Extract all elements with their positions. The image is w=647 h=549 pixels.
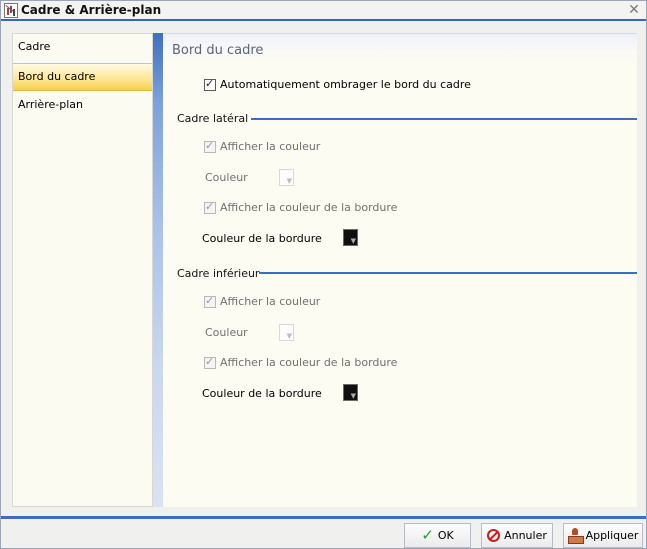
nav-item-label: Bord du cadre xyxy=(18,70,96,83)
auto-shadow-label: Automatiquement ombrager le bord du cadr… xyxy=(220,78,471,91)
dropdown-arrow-icon: ▼ xyxy=(286,332,292,340)
nav-item-bord-du-cadre[interactable]: Bord du cadre xyxy=(13,63,152,91)
lateral-color-label: Couleur xyxy=(205,171,248,184)
dialog-window: Cadre & Arrière-plan ✕ Cadre Bord du cad… xyxy=(0,0,647,549)
apply-button[interactable]: Appliquer xyxy=(563,523,643,548)
dropdown-arrow-icon: ▼ xyxy=(350,392,356,400)
settings-panel: Bord du cadre Automatiquement ombrager l… xyxy=(163,33,637,507)
lateral-show-border-color-label: Afficher la couleur de la bordure xyxy=(220,201,398,214)
lateral-group-title: Cadre latéral xyxy=(177,112,249,125)
bottom-show-color-label: Afficher la couleur xyxy=(220,295,321,308)
stamp-icon xyxy=(567,528,584,544)
lateral-group-divider xyxy=(251,118,637,120)
chart-app-icon xyxy=(4,3,18,18)
title-bar[interactable]: Cadre & Arrière-plan ✕ xyxy=(1,1,646,21)
nav-item-label: Arrière-plan xyxy=(18,98,83,111)
bottom-border-color-picker[interactable]: ▼ xyxy=(343,384,358,401)
bottom-show-color-checkbox[interactable] xyxy=(204,294,216,308)
bottom-color-label: Couleur xyxy=(205,326,248,339)
lateral-color-picker[interactable]: ▼ xyxy=(279,169,294,186)
lateral-show-color-checkbox[interactable] xyxy=(204,139,216,153)
lateral-border-color-picker[interactable]: ▼ xyxy=(343,229,358,246)
window-title: Cadre & Arrière-plan xyxy=(21,3,162,17)
auto-shadow-checkbox[interactable] xyxy=(204,77,216,91)
nav-item-arriere-plan[interactable]: Arrière-plan xyxy=(13,92,152,120)
cancel-button-label: Annuler xyxy=(504,529,547,542)
bottom-group-title: Cadre inférieur xyxy=(177,267,260,280)
dropdown-arrow-icon: ▼ xyxy=(286,177,292,185)
ok-button[interactable]: ✓ OK xyxy=(404,523,471,548)
bottom-show-border-color-checkbox[interactable] xyxy=(204,355,216,369)
check-icon: ✓ xyxy=(421,526,434,544)
apply-button-label: Appliquer xyxy=(585,529,639,542)
lateral-show-border-color-checkbox[interactable] xyxy=(204,200,216,214)
lateral-border-color-label: Couleur de la bordure xyxy=(202,232,322,245)
bottom-group-divider xyxy=(259,272,637,274)
category-nav: Cadre Bord du cadre Arrière-plan xyxy=(12,33,153,507)
section-title: Bord du cadre xyxy=(172,43,264,58)
bottom-color-picker[interactable]: ▼ xyxy=(279,324,294,341)
cancel-button[interactable]: Annuler xyxy=(481,523,553,548)
nav-item-cadre[interactable]: Cadre xyxy=(13,34,152,62)
bottom-show-border-color-label: Afficher la couleur de la bordure xyxy=(220,356,398,369)
dropdown-arrow-icon: ▼ xyxy=(350,237,356,245)
ok-button-label: OK xyxy=(437,529,454,542)
bottom-border-color-label: Couleur de la bordure xyxy=(202,387,322,400)
panel-separator xyxy=(153,33,163,507)
cancel-icon xyxy=(487,529,501,542)
nav-item-label: Cadre xyxy=(18,40,51,53)
section-header: Bord du cadre xyxy=(163,33,637,61)
lateral-show-color-label: Afficher la couleur xyxy=(220,140,321,153)
close-icon[interactable]: ✕ xyxy=(628,3,640,17)
